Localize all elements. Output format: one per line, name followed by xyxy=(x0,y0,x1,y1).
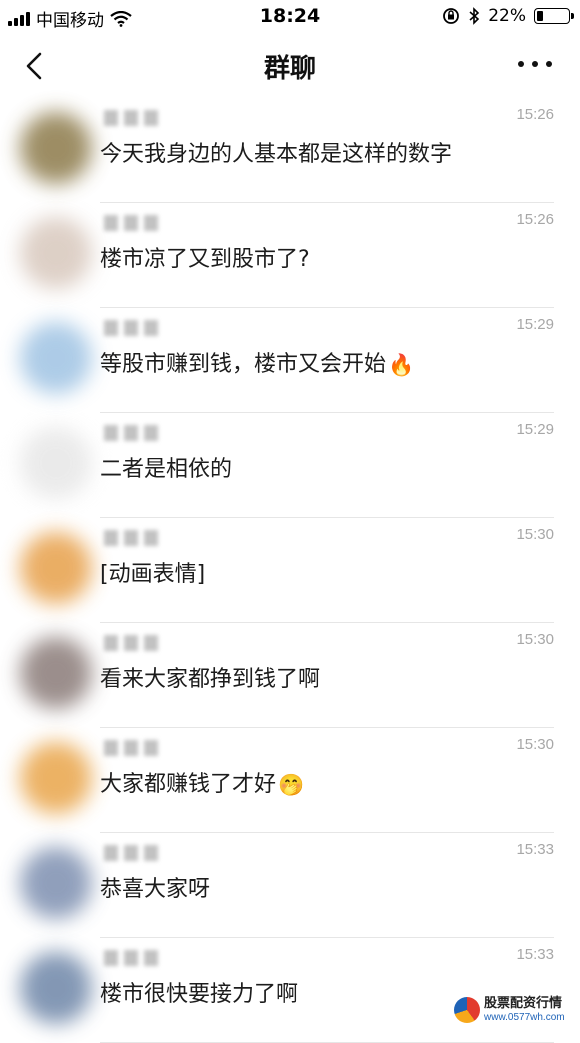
avatar[interactable] xyxy=(20,322,92,394)
message-row[interactable]: 15:30 [动画表情] xyxy=(0,518,580,623)
chat-title: 群聊 xyxy=(263,54,316,84)
status-bar: 中国移动 18:24 22% xyxy=(0,0,580,34)
message-time: 15:29 xyxy=(516,421,554,438)
message-text-content: 看来大家都挣到钱了啊 xyxy=(100,667,321,692)
watermark-text: 股票配资行情 xyxy=(484,996,563,1012)
battery-level xyxy=(537,11,543,21)
orientation-lock-icon xyxy=(443,8,460,24)
more-dots-icon xyxy=(518,61,524,67)
message-emoji: 🤭 xyxy=(278,772,305,797)
nickname-blurred xyxy=(104,425,158,441)
message-time: 15:26 xyxy=(516,211,554,228)
message-row[interactable]: 15:26 今天我身边的人基本都是这样的数字 xyxy=(0,98,580,203)
message-text-content: [动画表情] xyxy=(100,562,206,587)
battery-icon xyxy=(534,8,574,24)
nickname-blurred xyxy=(104,530,158,546)
message-row[interactable]: 15:30 大家都赚钱了才好🤭 xyxy=(0,728,580,833)
message-row[interactable]: 15:33 楼市很快要接力了啊 xyxy=(0,938,580,1043)
message-text[interactable]: 看来大家都挣到钱了啊 xyxy=(100,661,320,693)
avatar[interactable] xyxy=(20,532,92,604)
bluetooth-icon xyxy=(469,7,480,25)
message-time: 15:33 xyxy=(516,946,554,963)
battery-percent: 22% xyxy=(488,6,526,26)
message-time: 15:29 xyxy=(516,316,554,333)
message-text[interactable]: 等股市赚到钱，楼市又会开始🔥 xyxy=(100,346,414,378)
nickname-blurred xyxy=(104,320,158,336)
avatar[interactable] xyxy=(20,742,92,814)
message-time: 15:30 xyxy=(516,736,554,753)
message-text[interactable]: 二者是相依的 xyxy=(100,451,232,483)
avatar[interactable] xyxy=(20,952,92,1024)
watermark-logo xyxy=(454,997,480,1023)
watermark-url: www.0577wh.com xyxy=(484,1011,565,1023)
message-time: 15:30 xyxy=(516,526,554,543)
message-text[interactable]: 今天我身边的人基本都是这样的数字 xyxy=(100,136,452,168)
avatar[interactable] xyxy=(20,217,92,289)
avatar[interactable] xyxy=(20,847,92,919)
message-list[interactable]: 15:26 今天我身边的人基本都是这样的数字 15:26 楼市凉了又到股市了? 15:2… xyxy=(0,98,580,1043)
message-time: 15:30 xyxy=(516,631,554,648)
message-text-content: 二者是相依的 xyxy=(100,457,233,482)
message-text[interactable]: 楼市凉了又到股市了? xyxy=(100,241,310,273)
watermark: 股票配资行情 www.0577wh.com xyxy=(454,993,574,1027)
nav-bar: 群聊 xyxy=(0,34,580,98)
message-text-content: 今天我身边的人基本都是这样的数字 xyxy=(100,142,453,167)
message-time: 15:33 xyxy=(516,841,554,858)
avatar[interactable] xyxy=(20,427,92,499)
message-row[interactable]: 15:26 楼市凉了又到股市了? xyxy=(0,203,580,308)
nickname-blurred xyxy=(104,110,158,126)
message-text-content: 楼市凉了又到股市了? xyxy=(100,247,310,272)
message-text-content: 楼市很快要接力了啊 xyxy=(100,982,299,1007)
message-text-content: 大家都赚钱了才好 xyxy=(100,772,277,797)
message-time: 15:26 xyxy=(516,106,554,123)
nickname-blurred xyxy=(104,950,158,966)
message-row[interactable]: 15:30 看来大家都挣到钱了啊 xyxy=(0,623,580,728)
avatar[interactable] xyxy=(20,112,92,184)
nickname-blurred xyxy=(104,215,158,231)
message-text[interactable]: 恭喜大家呀 xyxy=(100,871,210,903)
message-row[interactable]: 15:29 二者是相依的 xyxy=(0,413,580,518)
nickname-blurred xyxy=(104,635,158,651)
message-text-content: 恭喜大家呀 xyxy=(100,877,211,902)
more-button[interactable] xyxy=(518,52,552,76)
message-text[interactable]: 楼市很快要接力了啊 xyxy=(100,976,298,1008)
message-row[interactable]: 15:29 等股市赚到钱，楼市又会开始🔥 xyxy=(0,308,580,413)
message-text-content: 等股市赚到钱，楼市又会开始 xyxy=(100,352,387,377)
message-text[interactable]: 大家都赚钱了才好🤭 xyxy=(100,766,304,798)
avatar[interactable] xyxy=(20,637,92,709)
message-text[interactable]: [动画表情] xyxy=(100,556,205,588)
status-right: 22% xyxy=(442,6,574,26)
message-row[interactable]: 15:33 恭喜大家呀 xyxy=(0,833,580,938)
nickname-blurred xyxy=(104,740,158,756)
nickname-blurred xyxy=(104,845,158,861)
message-emoji: 🔥 xyxy=(388,352,415,377)
